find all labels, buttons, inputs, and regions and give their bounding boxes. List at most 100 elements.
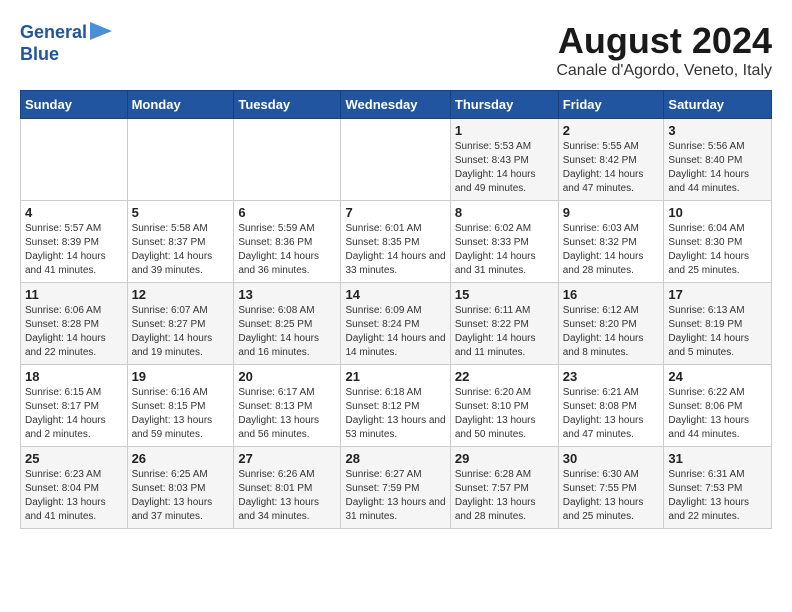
day-number: 15: [455, 287, 554, 302]
table-row: 22 Sunrise: 6:20 AM Sunset: 8:10 PM Dayli…: [450, 365, 558, 447]
day-number: 20: [238, 369, 336, 384]
day-number: 19: [132, 369, 230, 384]
table-row: 3 Sunrise: 5:56 AM Sunset: 8:40 PM Daylig…: [664, 119, 772, 201]
day-info: Sunrise: 5:55 AM Sunset: 8:42 PM Dayligh…: [563, 140, 660, 196]
day-info: Sunrise: 6:28 AM Sunset: 7:57 PM Dayligh…: [455, 468, 554, 524]
day-info: Sunrise: 6:25 AM Sunset: 8:03 PM Dayligh…: [132, 468, 230, 524]
calendar-table: Sunday Monday Tuesday Wednesday Thursday…: [20, 90, 772, 529]
day-number: 16: [563, 287, 660, 302]
table-row: 13 Sunrise: 6:08 AM Sunset: 8:25 PM Dayli…: [234, 283, 341, 365]
day-info: Sunrise: 6:13 AM Sunset: 8:19 PM Dayligh…: [668, 304, 767, 360]
day-number: 27: [238, 451, 336, 466]
day-info: Sunrise: 5:58 AM Sunset: 8:37 PM Dayligh…: [132, 222, 230, 278]
header-tuesday: Tuesday: [234, 91, 341, 119]
day-number: 22: [455, 369, 554, 384]
day-number: 9: [563, 205, 660, 220]
calendar-week-row: 4 Sunrise: 5:57 AM Sunset: 8:39 PM Daylig…: [21, 201, 772, 283]
table-row: 15Sunrise: 6:11 AM Sunset: 8:22 PM Dayli…: [450, 283, 558, 365]
day-info: Sunrise: 5:56 AM Sunset: 8:40 PM Dayligh…: [668, 140, 767, 196]
day-info: Sunrise: 6:09 AM Sunset: 8:24 PM Dayligh…: [345, 304, 445, 360]
calendar-week-row: 1Sunrise: 5:53 AM Sunset: 8:43 PM Daylig…: [21, 119, 772, 201]
table-row: 2 Sunrise: 5:55 AM Sunset: 8:42 PM Daylig…: [558, 119, 664, 201]
table-row: 16 Sunrise: 6:12 AM Sunset: 8:20 PM Dayli…: [558, 283, 664, 365]
day-info: Sunrise: 6:17 AM Sunset: 8:13 PM Dayligh…: [238, 386, 336, 442]
day-info: Sunrise: 6:20 AM Sunset: 8:10 PM Dayligh…: [455, 386, 554, 442]
day-info: Sunrise: 6:22 AM Sunset: 8:06 PM Dayligh…: [668, 386, 767, 442]
day-number: 12: [132, 287, 230, 302]
logo: General Blue: [20, 20, 112, 65]
day-number: 1: [455, 123, 554, 138]
day-info: Sunrise: 6:07 AM Sunset: 8:27 PM Dayligh…: [132, 304, 230, 360]
day-number: 24: [668, 369, 767, 384]
table-row: [341, 119, 450, 201]
day-number: 21: [345, 369, 445, 384]
day-info: Sunrise: 6:03 AM Sunset: 8:32 PM Dayligh…: [563, 222, 660, 278]
table-row: 4 Sunrise: 5:57 AM Sunset: 8:39 PM Daylig…: [21, 201, 128, 283]
table-row: 30 Sunrise: 6:30 AM Sunset: 7:55 PM Dayli…: [558, 447, 664, 529]
day-info: Sunrise: 6:27 AM Sunset: 7:59 PM Dayligh…: [345, 468, 445, 524]
day-info: Sunrise: 6:12 AM Sunset: 8:20 PM Dayligh…: [563, 304, 660, 360]
table-row: 18 Sunrise: 6:15 AM Sunset: 8:17 PM Dayli…: [21, 365, 128, 447]
day-info: Sunrise: 5:57 AM Sunset: 8:39 PM Dayligh…: [25, 222, 123, 278]
month-year-title: August 2024: [556, 20, 772, 62]
location-subtitle: Canale d'Agordo, Veneto, Italy: [556, 62, 772, 80]
day-info: Sunrise: 6:26 AM Sunset: 8:01 PM Dayligh…: [238, 468, 336, 524]
header-friday: Friday: [558, 91, 664, 119]
day-number: 2: [563, 123, 660, 138]
table-row: 8Sunrise: 6:02 AM Sunset: 8:33 PM Daylig…: [450, 201, 558, 283]
day-number: 28: [345, 451, 445, 466]
table-row: 29Sunrise: 6:28 AM Sunset: 7:57 PM Dayli…: [450, 447, 558, 529]
day-number: 11: [25, 287, 123, 302]
day-number: 17: [668, 287, 767, 302]
table-row: 7Sunrise: 6:01 AM Sunset: 8:35 PM Daylig…: [341, 201, 450, 283]
logo-arrow-icon: [90, 22, 112, 40]
header-monday: Monday: [127, 91, 234, 119]
day-info: Sunrise: 6:06 AM Sunset: 8:28 PM Dayligh…: [25, 304, 123, 360]
table-row: 11 Sunrise: 6:06 AM Sunset: 8:28 PM Dayli…: [21, 283, 128, 365]
table-row: 23Sunrise: 6:21 AM Sunset: 8:08 PM Dayli…: [558, 365, 664, 447]
table-row: 9 Sunrise: 6:03 AM Sunset: 8:32 PM Daylig…: [558, 201, 664, 283]
table-row: 10 Sunrise: 6:04 AM Sunset: 8:30 PM Dayli…: [664, 201, 772, 283]
day-number: 10: [668, 205, 767, 220]
table-row: [234, 119, 341, 201]
table-row: 12 Sunrise: 6:07 AM Sunset: 8:27 PM Dayli…: [127, 283, 234, 365]
day-number: 30: [563, 451, 660, 466]
table-row: 28 Sunrise: 6:27 AM Sunset: 7:59 PM Dayli…: [341, 447, 450, 529]
day-number: 3: [668, 123, 767, 138]
logo-text: General: [20, 23, 87, 43]
calendar-week-row: 18 Sunrise: 6:15 AM Sunset: 8:17 PM Dayli…: [21, 365, 772, 447]
day-info: Sunrise: 6:15 AM Sunset: 8:17 PM Dayligh…: [25, 386, 123, 442]
table-row: 26 Sunrise: 6:25 AM Sunset: 8:03 PM Dayli…: [127, 447, 234, 529]
table-row: 1Sunrise: 5:53 AM Sunset: 8:43 PM Daylig…: [450, 119, 558, 201]
table-row: 20 Sunrise: 6:17 AM Sunset: 8:13 PM Dayli…: [234, 365, 341, 447]
day-info: Sunrise: 5:59 AM Sunset: 8:36 PM Dayligh…: [238, 222, 336, 278]
table-row: 21Sunrise: 6:18 AM Sunset: 8:12 PM Dayli…: [341, 365, 450, 447]
day-number: 13: [238, 287, 336, 302]
day-number: 26: [132, 451, 230, 466]
table-row: [127, 119, 234, 201]
day-number: 18: [25, 369, 123, 384]
day-info: Sunrise: 6:16 AM Sunset: 8:15 PM Dayligh…: [132, 386, 230, 442]
table-row: 17 Sunrise: 6:13 AM Sunset: 8:19 PM Dayli…: [664, 283, 772, 365]
header-wednesday: Wednesday: [341, 91, 450, 119]
day-number: 4: [25, 205, 123, 220]
day-info: Sunrise: 6:08 AM Sunset: 8:25 PM Dayligh…: [238, 304, 336, 360]
header-sunday: Sunday: [21, 91, 128, 119]
day-number: 8: [455, 205, 554, 220]
table-row: 24 Sunrise: 6:22 AM Sunset: 8:06 PM Dayli…: [664, 365, 772, 447]
day-number: 23: [563, 369, 660, 384]
day-number: 14: [345, 287, 445, 302]
day-info: Sunrise: 6:30 AM Sunset: 7:55 PM Dayligh…: [563, 468, 660, 524]
table-row: 6 Sunrise: 5:59 AM Sunset: 8:36 PM Daylig…: [234, 201, 341, 283]
title-section: August 2024 Canale d'Agordo, Veneto, Ita…: [556, 20, 772, 80]
header-saturday: Saturday: [664, 91, 772, 119]
calendar-week-row: 11 Sunrise: 6:06 AM Sunset: 8:28 PM Dayli…: [21, 283, 772, 365]
day-number: 6: [238, 205, 336, 220]
table-row: 19 Sunrise: 6:16 AM Sunset: 8:15 PM Dayli…: [127, 365, 234, 447]
calendar-week-row: 25Sunrise: 6:23 AM Sunset: 8:04 PM Dayli…: [21, 447, 772, 529]
page-header: General Blue August 2024 Canale d'Agordo…: [20, 20, 772, 80]
day-info: Sunrise: 6:04 AM Sunset: 8:30 PM Dayligh…: [668, 222, 767, 278]
header-thursday: Thursday: [450, 91, 558, 119]
table-row: [21, 119, 128, 201]
table-row: 25Sunrise: 6:23 AM Sunset: 8:04 PM Dayli…: [21, 447, 128, 529]
